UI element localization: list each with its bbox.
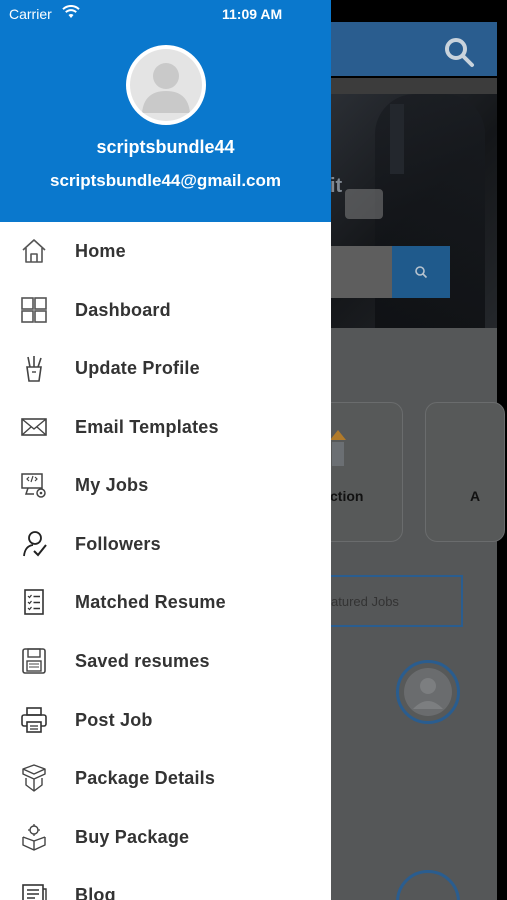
search-icon [415, 266, 428, 279]
menu-item-post-job[interactable]: Post Job [0, 691, 331, 749]
category-card[interactable] [425, 402, 505, 542]
menu-item-saved-resumes[interactable]: Saved resumes [0, 632, 331, 690]
company-avatar[interactable] [396, 660, 460, 724]
menu-item-label: Buy Package [75, 826, 190, 847]
menu-item-label: Followers [75, 533, 161, 554]
menu-item-label: Blog [75, 884, 116, 900]
user-check-icon [19, 529, 49, 559]
menu-item-label: Email Templates [75, 416, 219, 437]
drawer-header: Carrier 11:09 AM scriptsbundle44 scripts… [0, 0, 331, 222]
menu-item-my-jobs[interactable]: My Jobs [0, 456, 331, 514]
menu-item-package-details[interactable]: Package Details [0, 749, 331, 807]
menu-item-blog[interactable]: Blog [0, 866, 331, 900]
search-icon[interactable] [442, 35, 476, 69]
status-bar: Carrier 11:09 AM [0, 0, 331, 28]
menu-item-label: Post Job [75, 709, 153, 730]
category-label: ction [330, 488, 364, 504]
avatar-placeholder-icon [404, 668, 452, 716]
menu-item-label: Dashboard [75, 299, 171, 320]
user-placeholder-icon [142, 63, 190, 113]
menu-item-label: Update Profile [75, 357, 200, 378]
profile-email: scriptsbundle44@gmail.com [49, 171, 282, 190]
menu-item-update-profile[interactable]: Update Profile [0, 339, 331, 397]
printer-icon [19, 705, 49, 735]
tab-featured-jobs[interactable]: atured Jobs [330, 575, 463, 627]
menu-item-email-templates[interactable]: Email Templates [0, 398, 331, 456]
floppy-disk-icon [19, 646, 49, 676]
checklist-icon [19, 587, 49, 617]
clock: 11:09 AM [222, 6, 283, 22]
carrier-label: Carrier [9, 6, 52, 22]
navigation-drawer: Carrier 11:09 AM scriptsbundle44 scripts… [0, 0, 331, 900]
menu-item-home[interactable]: Home [0, 222, 331, 280]
menu-item-dashboard[interactable]: Dashboard [0, 281, 331, 339]
menu-item-label: Saved resumes [75, 650, 210, 671]
home-icon [19, 236, 49, 266]
open-box-icon [19, 763, 49, 793]
menu-item-label: Package Details [75, 767, 216, 788]
wifi-icon [62, 5, 80, 18]
blog-document-icon [19, 880, 49, 900]
menu-item-label: My Jobs [75, 474, 149, 495]
menu-item-buy-package[interactable]: Buy Package [0, 808, 331, 866]
dashboard-grid-icon [19, 295, 49, 325]
background-divider [330, 78, 497, 94]
category-label: A [470, 488, 481, 504]
menu-item-followers[interactable]: Followers [0, 515, 331, 573]
menu-item-label: Matched Resume [75, 591, 226, 612]
box-gear-icon [19, 822, 49, 852]
category-icon [330, 430, 346, 466]
menu-item-matched-resume[interactable]: Matched Resume [0, 573, 331, 631]
profile-username: scriptsbundle44 [96, 137, 235, 157]
background-app: it ction A atured Jobs [330, 0, 507, 900]
hero-search-button[interactable] [392, 246, 450, 298]
menu-item-label: Home [75, 240, 126, 261]
profile-avatar[interactable] [126, 45, 206, 125]
envelope-icon [19, 412, 49, 442]
hero-search-input[interactable] [330, 246, 392, 298]
pencil-cup-icon [19, 353, 49, 383]
monitor-gear-icon [19, 470, 49, 500]
hero-text: it [330, 175, 343, 197]
